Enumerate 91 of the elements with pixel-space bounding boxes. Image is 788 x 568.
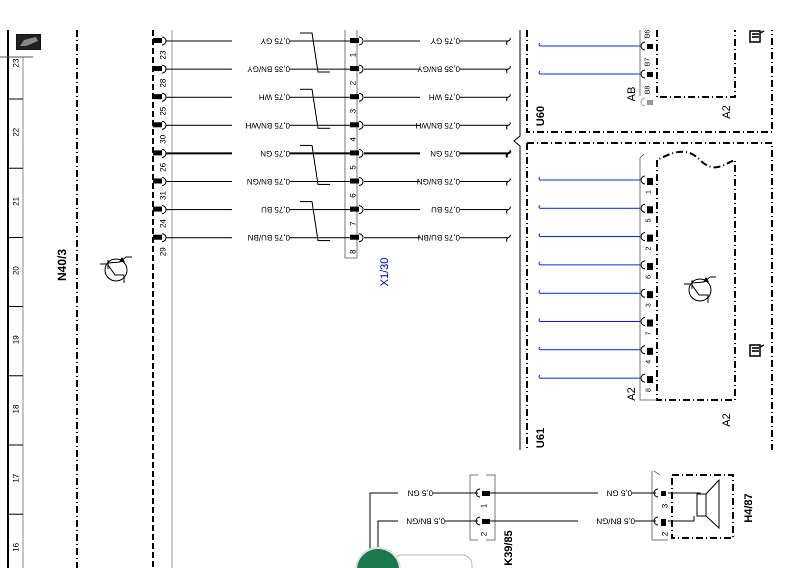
- connector-pin: [350, 92, 364, 102]
- connector-pin: [350, 120, 364, 130]
- pin-number: 8: [348, 249, 358, 254]
- connector-pin: [350, 64, 364, 74]
- wire-label: 0,75 BN/GN: [416, 177, 460, 186]
- connector-pin: [654, 488, 666, 498]
- module-label: A2: [721, 105, 733, 119]
- connector-label: AB: [626, 86, 638, 102]
- pin-number: 30: [158, 134, 168, 144]
- wire-label: 0,75 GN: [260, 148, 290, 158]
- wire-label: 0,75 BU: [431, 205, 460, 214]
- wire-label: 0,75 GY: [430, 36, 460, 46]
- grid-number: 20: [12, 266, 20, 276]
- wire-label: 0,5 BN/GN: [596, 516, 635, 526]
- pin-number: 7: [348, 221, 358, 226]
- connector-pin: [153, 36, 166, 46]
- wire: [668, 492, 700, 494]
- pin-number: 5: [348, 165, 358, 170]
- connector-pin: [153, 92, 166, 102]
- twisted-pair-mark: [300, 88, 330, 129]
- connector-pin: [350, 36, 364, 46]
- twisted-pair-mark: [300, 32, 330, 72]
- grid-number: 18: [12, 404, 20, 414]
- connector-pin: [476, 488, 490, 498]
- pin-number: 1: [480, 504, 488, 508]
- grid-number: 23: [12, 58, 20, 68]
- connector-pin: [153, 64, 166, 74]
- pin-number: 23: [158, 50, 168, 60]
- wire-label: 0,5 BN/GN: [406, 516, 445, 526]
- transistor-icon: [100, 256, 132, 284]
- connector-pin: [350, 177, 364, 186]
- connector-pin: [350, 148, 364, 158]
- pin-number: 4: [348, 137, 358, 142]
- connector-pin: [153, 148, 166, 158]
- pin-number: 2: [660, 532, 670, 536]
- pin-number: 3: [348, 108, 358, 114]
- module-label: A2: [721, 413, 733, 427]
- module-label: U61: [535, 428, 547, 448]
- wire-label: 0,35 BN/GY: [247, 64, 290, 74]
- connector-outline: [652, 470, 668, 540]
- wire-label: 0,75 BU/BN: [248, 233, 290, 242]
- wire-label: 0,75 BN/WH: [246, 120, 290, 130]
- connector-pin: [350, 205, 364, 214]
- wire-label: 0,75 WH: [428, 92, 460, 102]
- connector-label: X1/30: [379, 258, 391, 286]
- connector-pin: [654, 516, 666, 526]
- module-label: U60: [535, 106, 547, 126]
- twisted-pair-mark: [300, 201, 330, 242]
- connector-pin: [153, 205, 166, 214]
- grid-number: 16: [12, 542, 20, 552]
- pin-number: 28: [158, 78, 168, 88]
- connector-label: A2: [626, 387, 638, 401]
- wire-label: 0,75 BU: [261, 205, 290, 214]
- wire-label: 0,75 BN/GN: [246, 177, 290, 186]
- twisted-pair-mark: [300, 144, 330, 185]
- grid-number: 17: [12, 474, 20, 483]
- pin-number: 6: [348, 193, 358, 198]
- pin-number: 2: [480, 532, 488, 536]
- connector-pin: [153, 120, 166, 130]
- connector-label: K39/85: [503, 530, 515, 566]
- connector-pin: [153, 177, 166, 186]
- speaker-icon: [696, 478, 720, 530]
- module-label: N40/3: [55, 248, 69, 282]
- connector-pin: [476, 516, 490, 526]
- grid-number: 21: [12, 196, 20, 206]
- pin-number: 2: [348, 80, 358, 86]
- wire-label: 0,75 BU/BN: [418, 233, 460, 242]
- pin-number: 25: [158, 106, 168, 116]
- grid-number: 19: [12, 335, 20, 344]
- module-label: H4/87: [743, 493, 755, 523]
- wire-label: 0,35 BN/GY: [417, 64, 460, 74]
- wire-label: 0,75 GY: [260, 36, 290, 46]
- wire-label: 0,75 BN/WH: [416, 120, 460, 130]
- wire: [668, 516, 694, 522]
- pin-number: 26: [158, 162, 168, 172]
- pin-number: 24: [158, 219, 168, 228]
- wire-label: 0,5 GN: [606, 488, 632, 498]
- pin-number: 31: [158, 191, 168, 200]
- connector-pin: [350, 233, 364, 242]
- connector-pin: [153, 233, 166, 242]
- connector-outline: [470, 474, 496, 540]
- grid-number: 22: [12, 128, 20, 137]
- pin-number: 1: [348, 52, 358, 58]
- wire-label: 0,75 WH: [258, 92, 290, 102]
- tag-icon: [16, 34, 41, 50]
- pin-number: 3: [660, 504, 670, 508]
- transistor-icon: [684, 276, 716, 304]
- wire-label: 0,75 GN: [430, 148, 460, 158]
- module-outline: [671, 474, 734, 539]
- pin-number: 29: [158, 247, 168, 256]
- wire-label: 0,5 GN: [408, 488, 433, 498]
